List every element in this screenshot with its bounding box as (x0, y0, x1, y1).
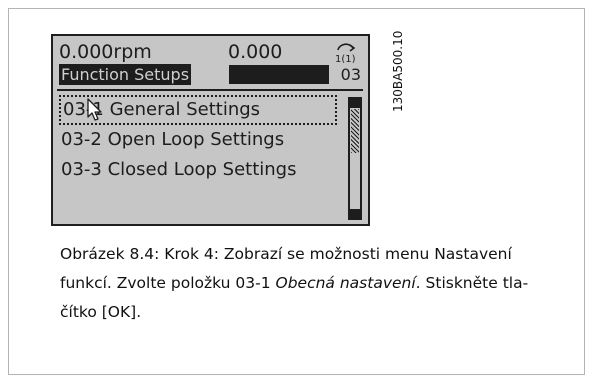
setup-indicator-icon: 1(1) (333, 41, 359, 65)
status-line: 0.000rpm 0.000 1(1) (59, 41, 363, 65)
menu-title-bar: Function Setups 03 (59, 64, 363, 85)
setup-indicator-text: 1(1) (335, 54, 356, 63)
title-rule (229, 65, 329, 84)
menu-item-closed-loop-settings[interactable]: 03-3 Closed Loop Settings (59, 155, 337, 185)
menu-item-general-settings[interactable]: 03-1 General Settings (59, 95, 337, 125)
menu-title: Function Setups (59, 64, 192, 85)
lcd-display: 0.000rpm 0.000 1(1) Function Setups 03 0… (51, 34, 370, 226)
scroll-up-arrow-icon[interactable] (350, 99, 360, 108)
menu-list: 03-1 General Settings 03-2 Open Loop Set… (59, 95, 337, 185)
menu-item-label: 03-3 Closed Loop Settings (61, 159, 297, 180)
separator-line (57, 89, 363, 91)
menu-item-label: 03-2 Open Loop Settings (61, 129, 285, 150)
value-readout: 0.000 (228, 41, 283, 63)
scrollbar-thumb[interactable] (351, 109, 359, 153)
scrollbar[interactable] (348, 97, 362, 220)
figure-caption: Obrázek 8.4: Krok 4: Zobrazí se možnosti… (60, 240, 557, 327)
speed-readout: 0.000rpm (59, 41, 152, 63)
mouse-cursor-icon (87, 98, 105, 122)
caption-emphasis: Obecná nastavení (275, 274, 416, 292)
figure-id: 130BA500.10 (391, 30, 405, 112)
scroll-down-arrow-icon[interactable] (350, 209, 360, 218)
menu-item-open-loop-settings[interactable]: 03-2 Open Loop Settings (59, 125, 337, 155)
menu-number: 03 (340, 65, 361, 84)
